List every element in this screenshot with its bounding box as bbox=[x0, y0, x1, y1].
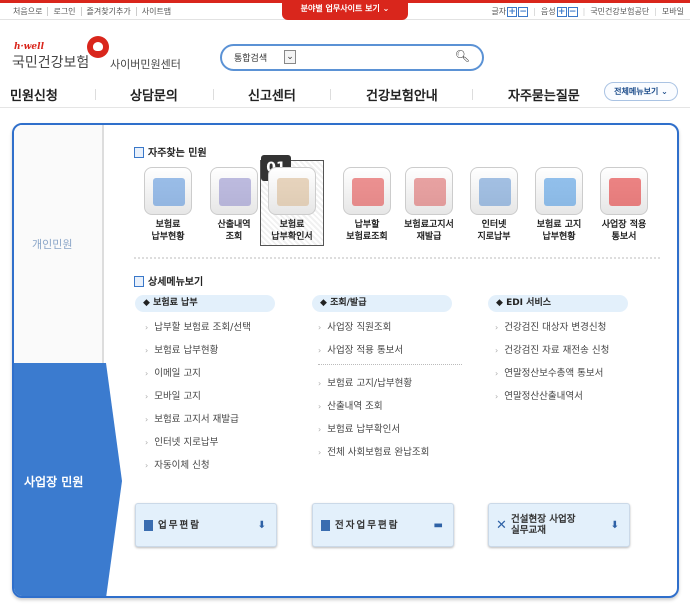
favorite-icon bbox=[535, 167, 583, 215]
menu-link[interactable]: 보험료 고지/납부현황 bbox=[318, 375, 412, 389]
site-by-field-label: 분야별 업무사이트 보기 bbox=[300, 4, 380, 13]
link-home[interactable]: 처음으로 bbox=[8, 7, 49, 16]
font-decrease-button[interactable]: − bbox=[518, 7, 529, 17]
favorite-item[interactable]: 보험료 고지 납부현황 bbox=[525, 167, 593, 243]
menu-link[interactable]: 자동이체 신청 bbox=[145, 457, 209, 471]
download-construction-manual[interactable]: ✕ 건설현장 사업장 실무교재 ⬇ bbox=[488, 503, 630, 547]
favorite-label: 보험료 납부확인서 bbox=[271, 220, 313, 242]
tab-personal-label: 개인민원 bbox=[32, 238, 73, 251]
site-by-field-button[interactable]: 분야별 업무사이트 보기 ⌄ bbox=[282, 0, 408, 20]
menu-link[interactable]: 전체 사회보험료 완납조회 bbox=[318, 444, 429, 458]
menu-link[interactable]: 사업장 적용 통보서 bbox=[318, 342, 403, 356]
nav-apply[interactable]: 민원신청 bbox=[10, 85, 58, 104]
download-work-manual[interactable]: 업무편람 ⬇ bbox=[135, 503, 277, 547]
tab-personal[interactable]: 개인민원 bbox=[14, 125, 104, 363]
all-menu-label: 전체메뉴보기 bbox=[614, 87, 659, 96]
download-icon: ⬇ bbox=[257, 520, 266, 531]
menu-link[interactable]: 사업장 직원조회 bbox=[318, 319, 391, 333]
tools-icon: ✕ bbox=[496, 518, 507, 533]
category-edi: ◆ EDI 서비스 bbox=[488, 295, 628, 312]
search-scope-select[interactable]: 통합검색 bbox=[234, 51, 267, 64]
favorite-item[interactable]: 납부할 보험료조회 bbox=[333, 167, 401, 243]
menu-link[interactable]: 건강검진 자료 재전송 신청 bbox=[495, 342, 609, 356]
favorite-label: 인터넷 지로납부 bbox=[477, 220, 511, 242]
favorite-icon bbox=[343, 167, 391, 215]
search-box: 통합검색 ⌄ 🔍︎ bbox=[220, 44, 484, 71]
divider bbox=[134, 257, 660, 259]
divider bbox=[318, 364, 462, 365]
computer-icon bbox=[321, 520, 330, 531]
chevron-down-icon: ⌄ bbox=[382, 4, 390, 13]
search-icon[interactable]: 🔍︎ bbox=[455, 49, 470, 63]
heart-logo-icon bbox=[87, 36, 109, 58]
voice-label: 음성 bbox=[540, 7, 556, 16]
tab-business[interactable] bbox=[14, 363, 124, 598]
favorite-label: 사업장 적용 통보서 bbox=[601, 220, 647, 242]
all-menu-button[interactable]: 전체메뉴보기 ⌄ bbox=[604, 82, 678, 101]
link-bookmark[interactable]: 즐겨찾기추가 bbox=[82, 7, 137, 16]
chevron-down-icon[interactable]: ⌄ bbox=[284, 50, 296, 64]
category-inquiry: ◆ 조회/발급 bbox=[312, 295, 452, 312]
nav-guide[interactable]: 건강보험안내 bbox=[366, 85, 438, 104]
menu-link[interactable]: 보험료 납부현황 bbox=[145, 342, 218, 356]
favorite-item[interactable]: 보험료 납부현황 bbox=[134, 167, 202, 243]
book-icon bbox=[144, 520, 153, 531]
main-nav: 민원신청 상담문의 신고센터 건강보험안내 자주묻는질문 bbox=[0, 80, 690, 108]
menu-link[interactable]: 연말정산산출내역서 bbox=[495, 388, 583, 402]
link-sitemap[interactable]: 사이트맵 bbox=[137, 7, 176, 16]
hwell-logo-text: h·well bbox=[14, 42, 44, 52]
menu-link[interactable]: 모바일 고지 bbox=[145, 388, 201, 402]
favorites-title: 자주찾는 민원 bbox=[134, 144, 207, 159]
favorite-label: 보험료 고지 납부현황 bbox=[536, 220, 582, 242]
font-increase-button[interactable]: + bbox=[507, 7, 518, 17]
favorite-label: 보험료 납부현황 bbox=[151, 220, 185, 242]
voice-decrease-button[interactable]: − bbox=[567, 7, 578, 17]
menu-link[interactable]: 보험료 납부확인서 bbox=[318, 421, 400, 435]
menu-link[interactable]: 산출내역 조회 bbox=[318, 398, 382, 412]
brand-name: 국민건강보험 bbox=[12, 55, 90, 71]
favorite-icon bbox=[144, 167, 192, 215]
favorite-item[interactable]: 보험료고지서 재발급 bbox=[395, 167, 463, 243]
favorite-label: 납부할 보험료조회 bbox=[346, 220, 388, 242]
document-icon bbox=[134, 276, 144, 287]
favorite-item[interactable]: 인터넷 지로납부 bbox=[460, 167, 528, 243]
favorite-label: 보험료고지서 재발급 bbox=[404, 220, 454, 242]
download-e-work-manual[interactable]: 전자업무편람 ▬ bbox=[312, 503, 454, 547]
nav-report[interactable]: 신고센터 bbox=[248, 85, 296, 104]
nav-consult[interactable]: 상담문의 bbox=[130, 85, 178, 104]
menu-link[interactable]: 연말정산보수총액 통보서 bbox=[495, 365, 603, 379]
favorite-label: 산출내역 조회 bbox=[217, 220, 251, 242]
favorite-icon bbox=[600, 167, 648, 215]
book-icon bbox=[134, 147, 144, 158]
download-icon: ⬇ bbox=[610, 520, 619, 531]
detail-title: 상세메뉴보기 bbox=[134, 273, 203, 288]
site-subtitle: 사이버민원센터 bbox=[110, 58, 181, 71]
category-payment: ◆ 보험료 납부 bbox=[135, 295, 275, 312]
menu-link[interactable]: 인터넷 지로납부 bbox=[145, 434, 218, 448]
menu-link[interactable]: 이메일 고지 bbox=[145, 365, 201, 379]
menu-link[interactable]: 보험료 고지서 재발급 bbox=[145, 411, 239, 425]
favorite-icon bbox=[405, 167, 453, 215]
favorite-icon bbox=[268, 167, 316, 215]
voice-increase-button[interactable]: + bbox=[556, 7, 567, 17]
favorite-item[interactable]: 사업장 적용 통보서 bbox=[590, 167, 658, 243]
link-mobile[interactable]: 모바일 bbox=[662, 7, 684, 17]
link-nhis[interactable]: 국민건강보험공단 bbox=[590, 7, 649, 17]
favorite-icon bbox=[470, 167, 518, 215]
font-size-label: 글자 bbox=[491, 7, 507, 16]
menu-link[interactable]: 납부할 보험료 조회/선택 bbox=[145, 319, 251, 333]
link-login[interactable]: 로그인 bbox=[48, 7, 82, 16]
nav-faq[interactable]: 자주묻는질문 bbox=[508, 85, 580, 104]
window-icon: ▬ bbox=[433, 520, 443, 531]
menu-link[interactable]: 건강검진 대상자 변경신청 bbox=[495, 319, 606, 333]
favorite-item[interactable]: 01보험료납부확인서 bbox=[260, 155, 324, 246]
favorite-icon bbox=[210, 167, 258, 215]
favorite-item[interactable]: 산출내역 조회 bbox=[200, 167, 268, 243]
